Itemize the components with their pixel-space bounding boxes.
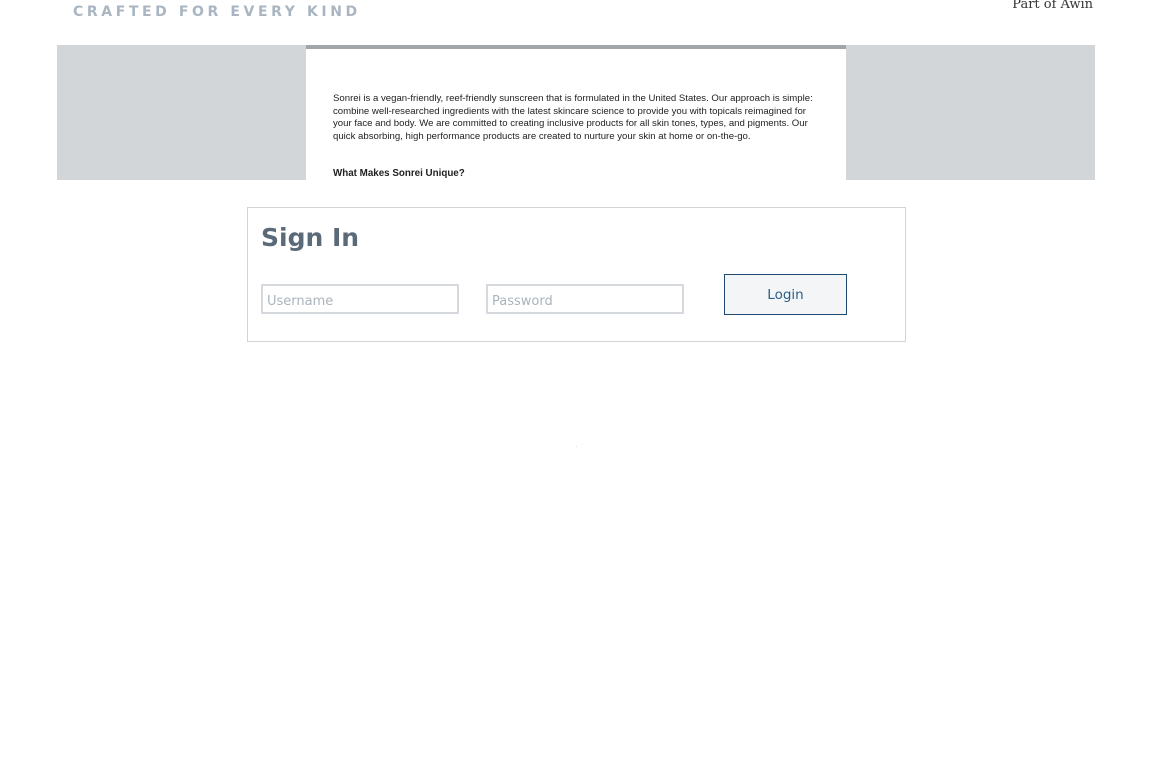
merchant-description: Sonrei is a vegan-friendly, reef-friendl…: [333, 93, 813, 142]
username-input[interactable]: [261, 284, 459, 314]
merchant-unique-heading: What Makes Sonrei Unique?: [333, 168, 465, 179]
loading-dot: [576, 446, 577, 447]
part-of-awin-link[interactable]: Part of Awin: [1012, 0, 1093, 12]
banner-description-panel: Sonrei is a vegan-friendly, reef-friendl…: [306, 45, 846, 180]
merchant-banner: Sonrei is a vegan-friendly, reef-friendl…: [57, 45, 1095, 180]
sign-in-form: Sign In Login: [247, 207, 906, 342]
login-button[interactable]: Login: [724, 274, 847, 315]
page: CRAFTED FOR EVERY KIND Part of Awin Sonr…: [0, 0, 1152, 768]
password-input[interactable]: [486, 284, 684, 314]
brand-tagline: CRAFTED FOR EVERY KIND: [73, 4, 361, 20]
sign-in-title: Sign In: [261, 223, 360, 252]
